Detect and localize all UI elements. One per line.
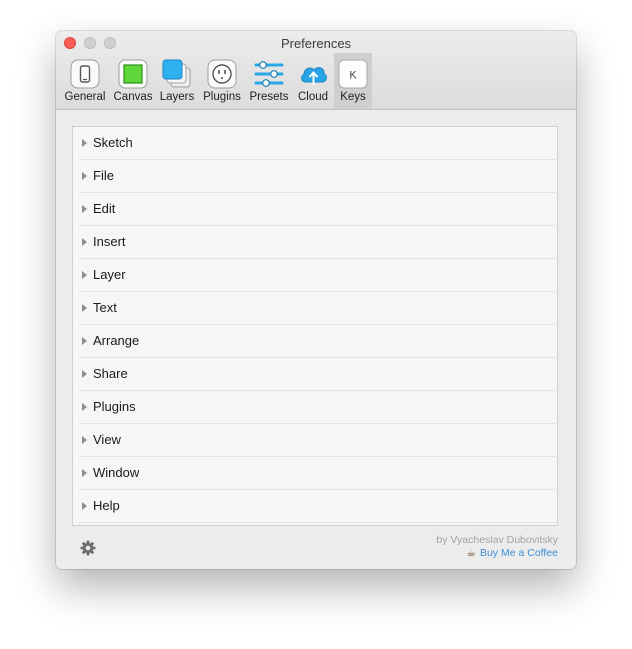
menu-row-label: Share — [93, 366, 128, 381]
tab-cloud[interactable]: Cloud — [292, 53, 334, 109]
tab-general[interactable]: General — [60, 53, 110, 109]
tab-keys[interactable]: K Keys — [334, 53, 372, 109]
menu-row-label: Sketch — [93, 135, 133, 150]
canvas-icon — [118, 59, 148, 89]
gear-icon[interactable] — [80, 540, 96, 556]
menu-row-window[interactable]: Window — [79, 457, 558, 490]
tab-cloud-label: Cloud — [297, 91, 329, 103]
menu-row-label: Plugins — [93, 399, 136, 414]
tab-keys-label: Keys — [340, 91, 366, 103]
phone-icon — [70, 59, 100, 89]
menu-row-label: Window — [93, 465, 140, 480]
menu-row-file[interactable]: File — [79, 160, 558, 193]
disclosure-triangle-icon[interactable] — [82, 304, 87, 312]
menu-row-label: Layer — [93, 267, 126, 282]
disclosure-triangle-icon[interactable] — [82, 403, 87, 411]
title-bar: Preferences General Canvas Layers Plugin… — [56, 31, 576, 110]
menu-row-help[interactable]: Help — [79, 490, 558, 523]
disclosure-triangle-icon[interactable] — [82, 502, 87, 510]
coffee-cup-icon: ☕ — [466, 547, 476, 559]
plug-icon — [207, 59, 237, 89]
menu-row-text[interactable]: Text — [79, 292, 558, 325]
menu-row-label: View — [93, 432, 121, 447]
menu-row-share[interactable]: Share — [79, 358, 558, 391]
menu-row-label: Help — [93, 498, 120, 513]
disclosure-triangle-icon[interactable] — [82, 205, 87, 213]
menu-row-insert[interactable]: Insert — [79, 226, 558, 259]
menu-row-sketch[interactable]: Sketch — [79, 127, 558, 160]
menu-row-label: Text — [93, 300, 117, 315]
coffee-link-row[interactable]: ☕ Buy Me a Coffee — [436, 547, 558, 560]
disclosure-triangle-icon[interactable] — [82, 370, 87, 378]
cloud-upload-icon — [301, 67, 327, 85]
menu-row-label: Arrange — [93, 333, 140, 348]
preferences-window: Preferences General Canvas Layers Plugin… — [56, 31, 576, 569]
tab-general-label: General — [64, 91, 106, 103]
disclosure-triangle-icon[interactable] — [82, 436, 87, 444]
menu-row-arrange[interactable]: Arrange — [79, 325, 558, 358]
footer-credits: by Vyacheslav Dubovitsky ☕ Buy Me a Coffe… — [436, 534, 558, 560]
tab-presets[interactable]: Presets — [246, 53, 292, 109]
menu-row-label: Insert — [93, 234, 126, 249]
disclosure-triangle-icon[interactable] — [82, 271, 87, 279]
menu-row-layer[interactable]: Layer — [79, 259, 558, 292]
menu-row-edit[interactable]: Edit — [79, 193, 558, 226]
sliders-icon — [254, 61, 284, 87]
tab-presets-label: Presets — [249, 91, 289, 103]
menu-list-panel: Sketch File Edit Insert Layer Text Arran… — [72, 126, 558, 526]
menu-row-view[interactable]: View — [79, 424, 558, 457]
disclosure-triangle-icon[interactable] — [82, 238, 87, 246]
key-icon: K — [338, 59, 368, 89]
tab-plugins-label: Plugins — [203, 91, 241, 103]
disclosure-triangle-icon[interactable] — [82, 172, 87, 180]
disclosure-triangle-icon[interactable] — [82, 469, 87, 477]
tab-layers[interactable]: Layers — [156, 53, 198, 109]
author-credit: by Vyacheslav Dubovitsky — [436, 534, 558, 546]
tab-canvas[interactable]: Canvas — [110, 53, 156, 109]
tab-canvas-label: Canvas — [113, 91, 153, 103]
disclosure-triangle-icon[interactable] — [82, 337, 87, 345]
menu-row-label: Edit — [93, 201, 116, 216]
buy-me-a-coffee-link[interactable]: Buy Me a Coffee — [480, 547, 558, 559]
key-icon-letter: K — [349, 70, 357, 82]
menu-row-plugins[interactable]: Plugins — [79, 391, 558, 424]
menu-row-label: File — [93, 168, 114, 183]
tab-plugins[interactable]: Plugins — [198, 53, 246, 109]
layers-icon — [162, 59, 191, 88]
window-title: Preferences — [280, 36, 352, 51]
disclosure-triangle-icon[interactable] — [82, 139, 87, 147]
tab-layers-label: Layers — [159, 91, 195, 103]
